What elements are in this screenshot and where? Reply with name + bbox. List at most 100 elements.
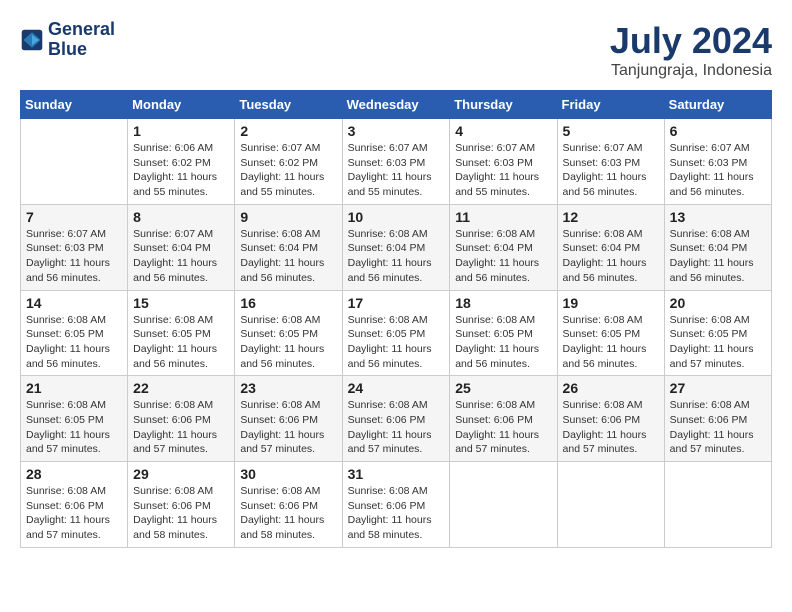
day-number: 6 [670,123,766,139]
weekday-header-cell: Tuesday [235,91,342,119]
calendar-cell: 17 Sunrise: 6:08 AM Sunset: 6:05 PM Dayli… [342,290,450,376]
day-info: Sunrise: 6:08 AM Sunset: 6:06 PM Dayligh… [133,398,229,457]
calendar-cell: 13 Sunrise: 6:08 AM Sunset: 6:04 PM Dayli… [664,204,771,290]
calendar-cell: 11 Sunrise: 6:08 AM Sunset: 6:04 PM Dayli… [450,204,557,290]
day-number: 1 [133,123,229,139]
day-info: Sunrise: 6:08 AM Sunset: 6:05 PM Dayligh… [133,313,229,372]
calendar-cell [450,462,557,548]
day-info: Sunrise: 6:08 AM Sunset: 6:04 PM Dayligh… [563,227,659,286]
calendar-cell [664,462,771,548]
day-number: 10 [348,209,445,225]
day-info: Sunrise: 6:07 AM Sunset: 6:03 PM Dayligh… [348,141,445,200]
day-info: Sunrise: 6:08 AM Sunset: 6:06 PM Dayligh… [455,398,551,457]
calendar-cell: 21 Sunrise: 6:08 AM Sunset: 6:05 PM Dayli… [21,376,128,462]
day-info: Sunrise: 6:08 AM Sunset: 6:04 PM Dayligh… [670,227,766,286]
day-number: 8 [133,209,229,225]
calendar-week-row: 21 Sunrise: 6:08 AM Sunset: 6:05 PM Dayli… [21,376,772,462]
day-info: Sunrise: 6:07 AM Sunset: 6:03 PM Dayligh… [670,141,766,200]
day-info: Sunrise: 6:08 AM Sunset: 6:06 PM Dayligh… [240,398,336,457]
calendar-cell: 9 Sunrise: 6:08 AM Sunset: 6:04 PM Daylig… [235,204,342,290]
page-header: General Blue July 2024 Tanjungraja, Indo… [20,20,772,80]
day-info: Sunrise: 6:08 AM Sunset: 6:06 PM Dayligh… [348,484,445,543]
day-info: Sunrise: 6:08 AM Sunset: 6:05 PM Dayligh… [348,313,445,372]
day-number: 30 [240,466,336,482]
calendar-cell: 8 Sunrise: 6:07 AM Sunset: 6:04 PM Daylig… [128,204,235,290]
day-info: Sunrise: 6:08 AM Sunset: 6:04 PM Dayligh… [240,227,336,286]
day-info: Sunrise: 6:08 AM Sunset: 6:05 PM Dayligh… [240,313,336,372]
day-number: 26 [563,380,659,396]
day-info: Sunrise: 6:07 AM Sunset: 6:02 PM Dayligh… [240,141,336,200]
weekday-header-cell: Sunday [21,91,128,119]
calendar-cell: 5 Sunrise: 6:07 AM Sunset: 6:03 PM Daylig… [557,119,664,205]
calendar-cell: 20Sunrise: 6:08 AM Sunset: 6:05 PM Dayli… [664,290,771,376]
logo: General Blue [20,20,115,60]
calendar-body: 1 Sunrise: 6:06 AM Sunset: 6:02 PM Daylig… [21,119,772,548]
day-info: Sunrise: 6:08 AM Sunset: 6:06 PM Dayligh… [240,484,336,543]
day-info: Sunrise: 6:07 AM Sunset: 6:03 PM Dayligh… [455,141,551,200]
day-number: 19 [563,295,659,311]
day-number: 27 [670,380,766,396]
day-number: 13 [670,209,766,225]
weekday-header-cell: Thursday [450,91,557,119]
day-number: 17 [348,295,445,311]
day-number: 21 [26,380,122,396]
weekday-header-cell: Saturday [664,91,771,119]
calendar-cell [21,119,128,205]
weekday-header-cell: Wednesday [342,91,450,119]
day-number: 28 [26,466,122,482]
calendar-cell: 14 Sunrise: 6:08 AM Sunset: 6:05 PM Dayli… [21,290,128,376]
calendar-cell: 30 Sunrise: 6:08 AM Sunset: 6:06 PM Dayli… [235,462,342,548]
calendar-week-row: 28 Sunrise: 6:08 AM Sunset: 6:06 PM Dayli… [21,462,772,548]
calendar-cell: 26 Sunrise: 6:08 AM Sunset: 6:06 PM Dayli… [557,376,664,462]
day-number: 9 [240,209,336,225]
day-info: Sunrise: 6:08 AM Sunset: 6:06 PM Dayligh… [563,398,659,457]
day-number: 18 [455,295,551,311]
day-info: Sunrise: 6:07 AM Sunset: 6:03 PM Dayligh… [563,141,659,200]
weekday-header-row: SundayMondayTuesdayWednesdayThursdayFrid… [21,91,772,119]
day-info: Sunrise: 6:08 AM Sunset: 6:06 PM Dayligh… [133,484,229,543]
day-number: 31 [348,466,445,482]
day-info: Sunrise: 6:08 AM Sunset: 6:04 PM Dayligh… [455,227,551,286]
weekday-header-cell: Friday [557,91,664,119]
calendar-cell: 10 Sunrise: 6:08 AM Sunset: 6:04 PM Dayli… [342,204,450,290]
day-info: Sunrise: 6:08 AM Sunset: 6:05 PM Dayligh… [670,313,766,372]
day-info: Sunrise: 6:08 AM Sunset: 6:05 PM Dayligh… [26,398,122,457]
calendar-cell: 2Sunrise: 6:07 AM Sunset: 6:02 PM Daylig… [235,119,342,205]
calendar-cell: 12 Sunrise: 6:08 AM Sunset: 6:04 PM Dayli… [557,204,664,290]
day-number: 5 [563,123,659,139]
day-info: Sunrise: 6:08 AM Sunset: 6:06 PM Dayligh… [348,398,445,457]
calendar-cell: 15Sunrise: 6:08 AM Sunset: 6:05 PM Dayli… [128,290,235,376]
calendar-cell: 25 Sunrise: 6:08 AM Sunset: 6:06 PM Dayli… [450,376,557,462]
day-number: 3 [348,123,445,139]
day-info: Sunrise: 6:07 AM Sunset: 6:03 PM Dayligh… [26,227,122,286]
logo-line2: Blue [48,40,115,60]
day-number: 25 [455,380,551,396]
day-info: Sunrise: 6:08 AM Sunset: 6:05 PM Dayligh… [563,313,659,372]
calendar-week-row: 14 Sunrise: 6:08 AM Sunset: 6:05 PM Dayli… [21,290,772,376]
day-number: 29 [133,466,229,482]
day-number: 4 [455,123,551,139]
day-number: 22 [133,380,229,396]
day-number: 24 [348,380,445,396]
calendar-table: SundayMondayTuesdayWednesdayThursdayFrid… [20,90,772,548]
day-info: Sunrise: 6:08 AM Sunset: 6:04 PM Dayligh… [348,227,445,286]
calendar-cell: 3 Sunrise: 6:07 AM Sunset: 6:03 PM Daylig… [342,119,450,205]
calendar-cell: 22 Sunrise: 6:08 AM Sunset: 6:06 PM Dayli… [128,376,235,462]
day-info: Sunrise: 6:08 AM Sunset: 6:05 PM Dayligh… [455,313,551,372]
calendar-cell [557,462,664,548]
day-number: 23 [240,380,336,396]
calendar-week-row: 7Sunrise: 6:07 AM Sunset: 6:03 PM Daylig… [21,204,772,290]
day-number: 14 [26,295,122,311]
day-number: 12 [563,209,659,225]
calendar-cell: 18 Sunrise: 6:08 AM Sunset: 6:05 PM Dayli… [450,290,557,376]
day-info: Sunrise: 6:07 AM Sunset: 6:04 PM Dayligh… [133,227,229,286]
month-year: July 2024 [610,20,772,62]
day-number: 11 [455,209,551,225]
calendar-cell: 23 Sunrise: 6:08 AM Sunset: 6:06 PM Dayli… [235,376,342,462]
day-info: Sunrise: 6:06 AM Sunset: 6:02 PM Dayligh… [133,141,229,200]
calendar-cell: 6 Sunrise: 6:07 AM Sunset: 6:03 PM Daylig… [664,119,771,205]
calendar-cell: 19 Sunrise: 6:08 AM Sunset: 6:05 PM Dayli… [557,290,664,376]
day-info: Sunrise: 6:08 AM Sunset: 6:05 PM Dayligh… [26,313,122,372]
calendar-cell: 24 Sunrise: 6:08 AM Sunset: 6:06 PM Dayli… [342,376,450,462]
calendar-cell: 16Sunrise: 6:08 AM Sunset: 6:05 PM Dayli… [235,290,342,376]
